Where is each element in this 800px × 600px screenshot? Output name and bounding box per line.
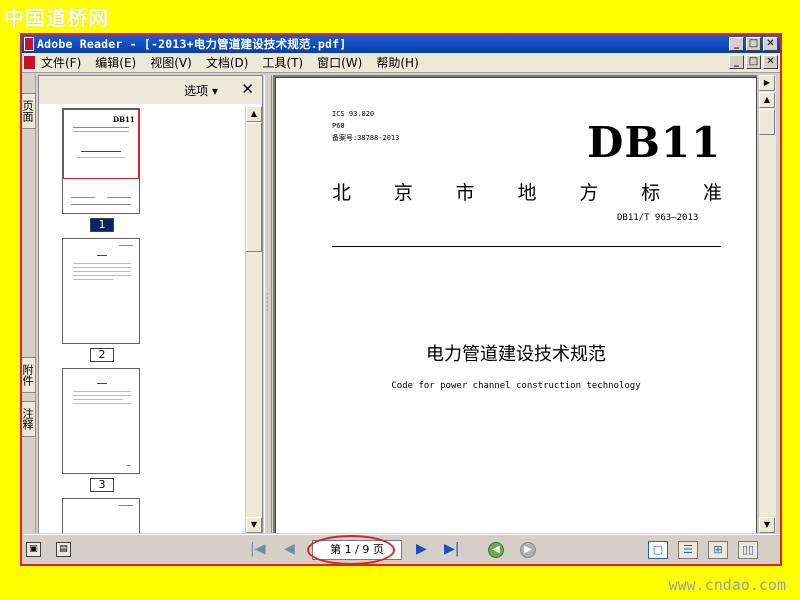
menu-edit[interactable]: 编辑(E) bbox=[95, 54, 136, 71]
menu-view[interactable]: 视图(V) bbox=[150, 54, 192, 71]
splitter-grip-icon: · · · · · bbox=[266, 290, 269, 315]
tab-attachments[interactable]: 附件 bbox=[22, 357, 36, 393]
scroll-up-icon[interactable]: ▲ bbox=[759, 92, 775, 108]
document-scrollbar[interactable]: ▶ ▲ ▼ bbox=[758, 75, 776, 533]
title-bar[interactable]: Adobe Reader - [-2013+电力管道建设技术规范.pdf] _ … bbox=[22, 35, 780, 53]
tab-comments[interactable]: 注释 bbox=[22, 401, 36, 437]
scroll-thumb[interactable] bbox=[246, 122, 262, 252]
page-thumbnail[interactable]: DB11 bbox=[62, 108, 140, 214]
ics-info: ICS 93.020 P60 备案号:38788-2013 bbox=[332, 108, 399, 144]
standard-kind-char: 标 bbox=[641, 182, 661, 204]
doc-minimize-button[interactable]: _ bbox=[729, 55, 744, 69]
scroll-down-icon[interactable]: ▼ bbox=[759, 517, 775, 533]
document-title-cn: 电力管道建设技术规范 bbox=[426, 344, 606, 365]
close-button[interactable]: ✕ bbox=[763, 37, 778, 51]
window-title: Adobe Reader - [-2013+电力管道建设技术规范.pdf] bbox=[37, 37, 347, 51]
facing-view-icon[interactable]: ⊞ bbox=[708, 541, 728, 559]
menu-help[interactable]: 帮助(H) bbox=[376, 54, 418, 71]
menu-tools[interactable]: 工具(T) bbox=[262, 54, 303, 71]
continuous-view-icon[interactable]: ☰ bbox=[678, 541, 698, 559]
adobe-reader-icon bbox=[24, 37, 34, 51]
last-page-button[interactable]: ▶| bbox=[444, 541, 459, 557]
next-page-button[interactable]: ▶ bbox=[416, 541, 427, 557]
standard-kind-char: 准 bbox=[702, 182, 722, 204]
ics-code: ICS 93.020 bbox=[332, 110, 375, 118]
go-forward-button[interactable]: ▶ bbox=[520, 542, 536, 558]
document-view[interactable]: ICS 93.020 P60 备案号:38788-2013 DB11 北 京 市… bbox=[273, 75, 757, 533]
db-heading: DB11 bbox=[587, 118, 722, 167]
reader-window: Adobe Reader - [-2013+电力管道建设技术规范.pdf] _ … bbox=[20, 33, 782, 566]
continuous-facing-view-icon[interactable]: ▯▯ bbox=[738, 541, 758, 559]
menu-file[interactable]: 文件(F) bbox=[41, 54, 81, 71]
pdf-doc-icon[interactable] bbox=[24, 56, 35, 69]
scroll-up-icon[interactable]: ▲ bbox=[246, 106, 262, 122]
first-page-button[interactable]: |◀ bbox=[250, 541, 265, 557]
restore-button[interactable]: □ bbox=[746, 37, 761, 51]
page-thumbnail[interactable] bbox=[62, 498, 140, 533]
page-info-icon[interactable]: ▤ bbox=[56, 542, 71, 557]
watermark-bottom: www.cndao.com bbox=[668, 576, 786, 594]
standard-kind-char: 北 bbox=[332, 182, 352, 204]
record-number: 备案号:38788-2013 bbox=[332, 134, 400, 142]
options-dropdown[interactable]: 选项 ▾ bbox=[184, 82, 218, 99]
minimize-button[interactable]: _ bbox=[729, 37, 744, 51]
standard-code: DB11/T 963—2013 bbox=[617, 213, 699, 223]
watermark-top: 中国道桥网 bbox=[4, 6, 109, 30]
menu-document[interactable]: 文档(D) bbox=[206, 54, 249, 71]
scroll-thumb[interactable] bbox=[759, 109, 775, 135]
document-title-en: Code for power channel construction tech… bbox=[391, 381, 641, 391]
navigation-tabs: 页面 附件 注释 bbox=[22, 75, 36, 533]
pages-panel: 选项 ▾ ✕ DB11 1 2 3 ▲ ▼ bbox=[38, 75, 263, 533]
panel-toggle-icon[interactable]: ▣ bbox=[26, 542, 41, 557]
status-bar: ▣ ▤ |◀ ◀ 第 1 / 9 页 ▶ ▶| ◀ ▶ ▢ ☰ ⊞ ▯▯ bbox=[22, 534, 780, 564]
thumbnail-label: 2 bbox=[90, 348, 114, 362]
thumbnail-scrollbar[interactable]: ▲ ▼ bbox=[245, 106, 262, 533]
standard-kind-char: 方 bbox=[579, 182, 599, 204]
standard-kind: 北 京 市 地 方 标 准 bbox=[332, 178, 722, 205]
panel-header: 选项 ▾ ✕ bbox=[39, 76, 262, 104]
p-code: P60 bbox=[332, 122, 345, 130]
scroll-down-icon[interactable]: ▼ bbox=[246, 517, 262, 533]
standard-kind-char: 市 bbox=[455, 182, 475, 204]
doc-restore-button[interactable]: □ bbox=[746, 55, 761, 69]
panel-close-icon[interactable]: ✕ bbox=[241, 80, 254, 98]
page-thumbnail[interactable] bbox=[62, 368, 140, 474]
thumbnail-label: 1 bbox=[90, 218, 114, 232]
thumbnail-list: DB11 1 2 3 bbox=[39, 106, 245, 533]
panel-splitter[interactable]: · · · · · bbox=[264, 75, 272, 533]
divider-line bbox=[332, 246, 721, 247]
thumbnail-label: 3 bbox=[90, 478, 114, 492]
highlight-circle bbox=[307, 535, 395, 564]
go-back-button[interactable]: ◀ bbox=[488, 542, 504, 558]
previous-page-button[interactable]: ◀ bbox=[284, 541, 295, 557]
standard-kind-char: 京 bbox=[393, 182, 413, 204]
pdf-page: ICS 93.020 P60 备案号:38788-2013 DB11 北 京 市… bbox=[275, 77, 757, 533]
scroll-right-arrow-icon[interactable]: ▶ bbox=[759, 75, 775, 91]
menu-bar: 文件(F) 编辑(E) 视图(V) 文档(D) 工具(T) 窗口(W) 帮助(H… bbox=[22, 53, 780, 73]
single-page-view-icon[interactable]: ▢ bbox=[648, 541, 668, 559]
menu-window[interactable]: 窗口(W) bbox=[317, 54, 362, 71]
doc-close-button[interactable]: ✕ bbox=[763, 55, 778, 69]
page-thumbnail[interactable] bbox=[62, 238, 140, 344]
tab-pages[interactable]: 页面 bbox=[22, 93, 36, 129]
standard-kind-char: 地 bbox=[517, 182, 537, 204]
